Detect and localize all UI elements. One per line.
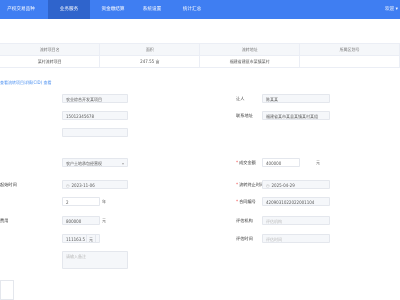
area-unit: 元 (102, 218, 106, 223)
transferor-field[interactable]: 陈某某 (262, 94, 330, 103)
tab-system-settings[interactable]: 系统设置 (134, 0, 170, 19)
calendar-icon: ◷ (266, 183, 270, 188)
end-date-label: 流转终止时间 (236, 182, 264, 188)
table-header-cell: 流转地址 (199, 43, 301, 56)
amount-unit: 元 (316, 160, 320, 165)
project-info-table: 流转项目名 面积 流转地址 所属区划号 某村流转项目 247.55 亩 福建省建… (0, 43, 400, 68)
view-details-link[interactable]: 查看流转项目详情(CID) 查看 (0, 80, 51, 86)
term-field[interactable]: 2 (62, 197, 100, 206)
eval-org-label: 评估机构 (236, 218, 253, 223)
address-label: 联系地址 (236, 113, 253, 118)
transferor-label: 让人 (236, 96, 245, 101)
start-date-value: 2023-11-06 (71, 183, 95, 188)
business-type-value: 农户土地承包经营权 (66, 161, 102, 166)
area-label: 费用 (0, 218, 9, 223)
contract-no-label: 合同编号 (236, 199, 256, 205)
table-cell: 247.55 亩 (99, 55, 201, 68)
scroll-handle[interactable] (0, 280, 14, 300)
id-number-field[interactable] (62, 128, 128, 137)
contract-no-field[interactable]: 4209031022022001104 (262, 197, 330, 206)
remark-textarea[interactable]: 请输入备注 (62, 251, 128, 269)
phone-field[interactable]: 15012345678 (62, 111, 128, 120)
contract-amount-field[interactable]: 400000 (262, 158, 300, 167)
end-date-field[interactable]: ◷ 2025-04-29 (262, 180, 330, 189)
start-date-label: 起始时间 (0, 182, 17, 187)
eval-time-label: 评估时间 (236, 236, 253, 241)
tab-statistics[interactable]: 统计汇总 (174, 0, 210, 19)
table-header-cell: 面积 (99, 43, 201, 56)
table-header-row: 流转项目名 面积 流转地址 所属区划号 (0, 43, 400, 56)
table-cell: 某村流转项目 (0, 55, 101, 68)
chevron-down-icon: ▾ (121, 161, 124, 166)
calendar-icon: ◷ (66, 183, 70, 188)
table-row: 某村流转项目 247.55 亩 福建省建瓯市某镇某村 (0, 55, 400, 68)
table-cell: 福建省建瓯市某镇某村 (199, 55, 301, 68)
table-cell (299, 55, 400, 68)
business-type-select[interactable]: 农户土地承包经营权 ▾ (62, 158, 128, 167)
table-header-cell: 所属区划号 (299, 43, 400, 56)
total-unit: 元 (86, 234, 96, 243)
end-date-value: 2025-04-29 (271, 183, 295, 188)
area-field[interactable]: 800000 (62, 216, 100, 225)
tab-fund-settlement[interactable]: 资金缴结算 (92, 0, 134, 19)
eval-time-field[interactable]: 评估时间 (262, 234, 330, 243)
tab-business-service[interactable]: 业务服务 (48, 0, 90, 19)
address-field[interactable]: 福建省某市某县某镇某村某组 (262, 111, 330, 120)
term-unit: 年 (102, 199, 106, 204)
table-header-cell: 流转项目名 (0, 43, 101, 56)
tab-trade-types[interactable]: 产权交易品种 (0, 0, 42, 19)
eval-org-field[interactable]: 评估机构 (262, 216, 330, 225)
start-date-field[interactable]: ◷ 2023-11-06 (62, 180, 128, 189)
contract-amount-label: 成交金额 (236, 160, 256, 166)
project-name-field[interactable]: 农业综合开发某项目 (62, 94, 128, 103)
user-menu[interactable]: 欢迎 ▾ (385, 0, 398, 19)
top-nav: 产权交易品种 业务服务 资金缴结算 系统设置 统计汇总 欢迎 ▾ (0, 0, 400, 19)
